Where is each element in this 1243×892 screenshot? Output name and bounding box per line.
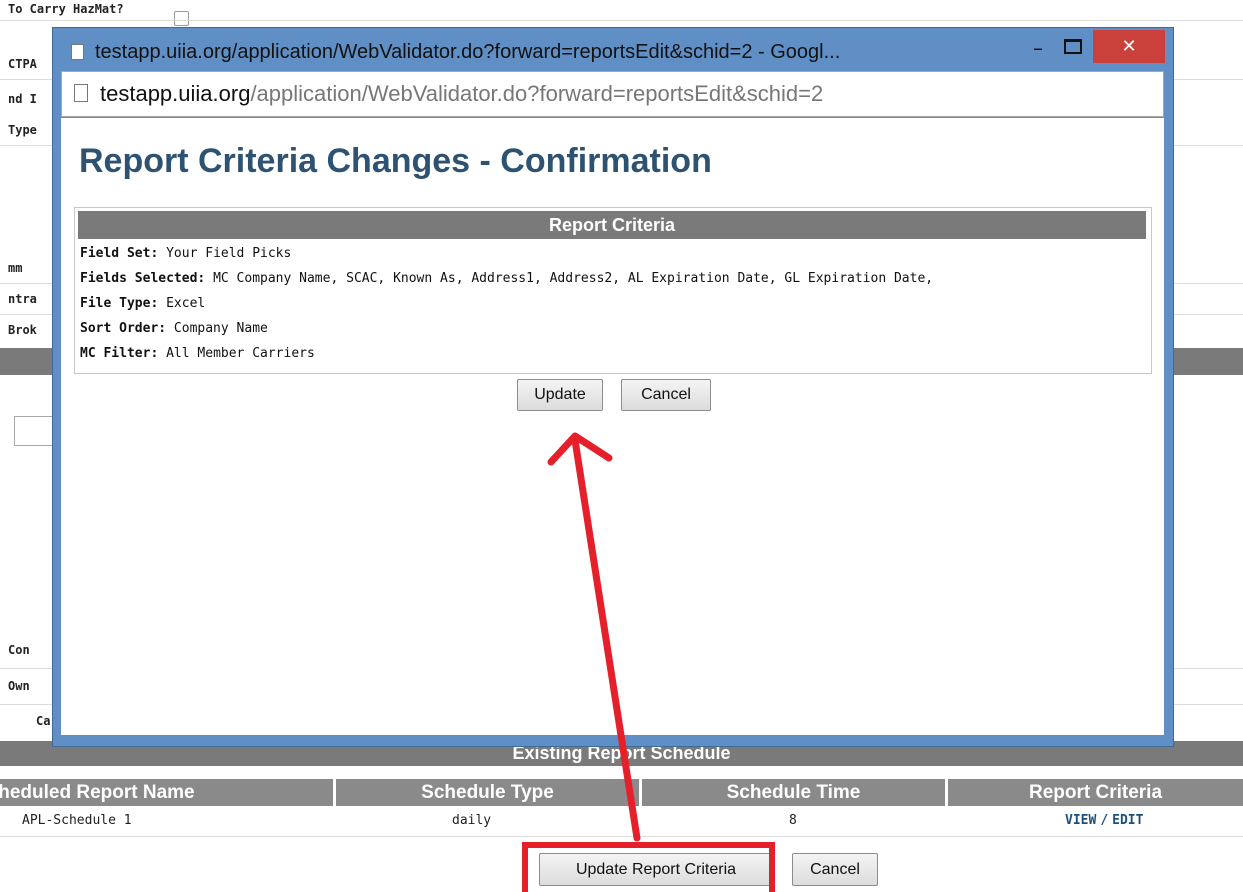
annotation-highlight-box bbox=[522, 842, 775, 892]
annotation-arrow bbox=[547, 432, 641, 842]
